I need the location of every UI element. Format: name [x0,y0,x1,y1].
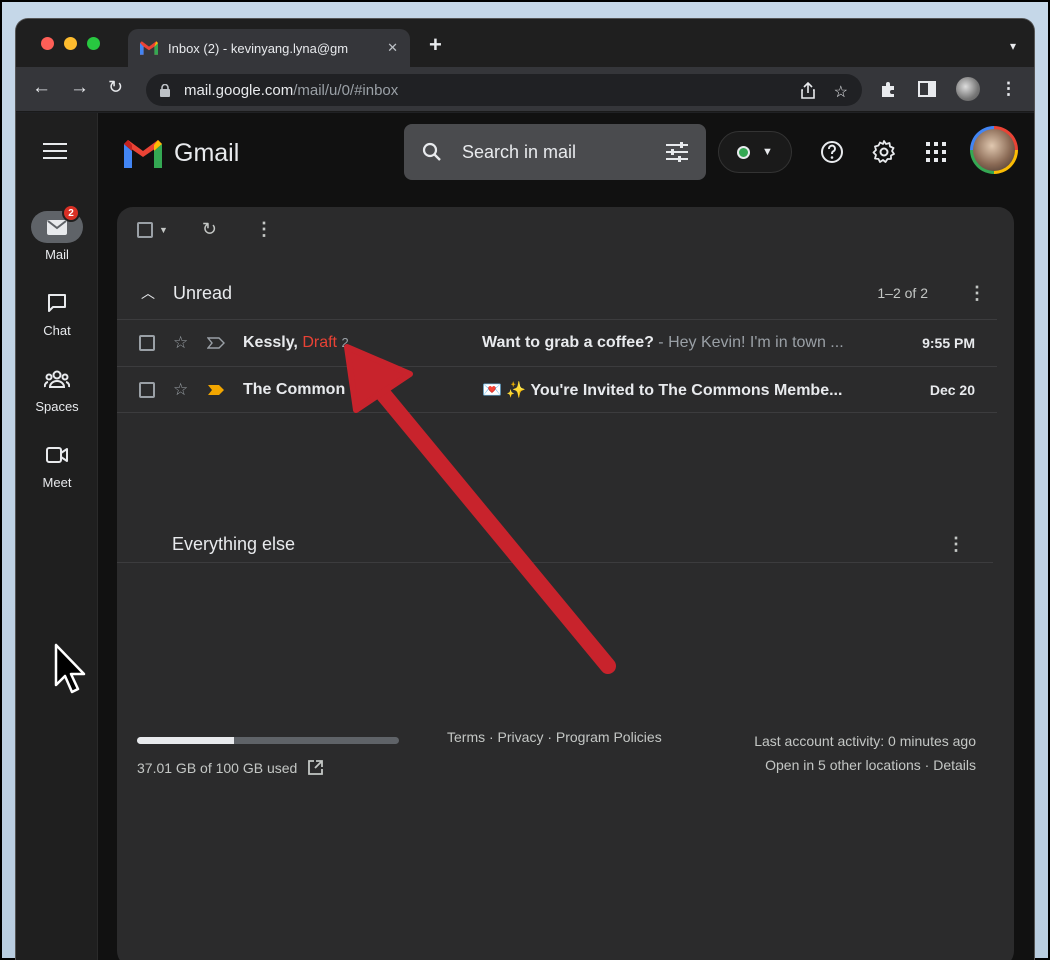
browser-titlebar: Inbox (2) - kevinyang.lyna@gm ✕ + ▾ [16,19,1034,67]
draft-label: Draft [302,334,337,351]
row-checkbox[interactable] [139,335,155,351]
inbox-panel: ▼ ↻ ⋮ ︿ Unread 1–2 of 2 ⋮ ☆ Kessly, Draf… [117,207,1014,960]
email-sender: Kessly, Draft 2 [243,334,463,352]
storage-meter-fill [137,737,234,744]
star-icon[interactable]: ☆ [173,380,188,400]
section-more-icon[interactable]: ⋮ [968,283,986,304]
storage-usage: 37.01 GB of 100 GB used [137,759,298,776]
extensions-puzzle-icon[interactable] [880,80,898,98]
rail-item-meet[interactable]: Meet [16,439,98,490]
lock-icon [160,83,170,97]
app-rail: 2 Mail Chat Spaces Meet [16,113,98,960]
rail-item-chat[interactable]: Chat [16,287,98,338]
row-checkbox[interactable] [139,381,155,398]
search-input[interactable]: Search in mail [462,142,666,163]
search-bar[interactable]: Search in mail [404,124,706,180]
everything-else-section-header[interactable]: Everything else ⋮ [117,527,993,563]
browser-toolbar: ← → ↻ mail.google.com/mail/u/0/#inbox ☆ [16,67,1034,112]
rail-label-spaces: Spaces [35,399,79,414]
status-selector[interactable]: ▼ [718,131,792,173]
email-subject-line: Want to grab a coffee? - Hey Kevin! I'm … [482,334,870,352]
sender-name: Kessly, [243,334,298,351]
back-arrow-icon[interactable]: ← [32,78,51,97]
main-menu-icon[interactable] [43,143,67,164]
gmail-m-icon [124,139,162,168]
mouse-pointer-icon [54,643,86,694]
browser-menu-icon[interactable]: ⋮ [1000,79,1017,99]
settings-gear-icon[interactable] [872,140,896,164]
side-panel-icon[interactable] [918,81,936,97]
list-toolbar: ▼ ↻ ⋮ [137,219,273,240]
email-date: 9:55 PM [922,335,975,351]
reload-icon[interactable]: ↻ [108,78,123,96]
gmail-logo[interactable]: Gmail [124,139,239,168]
rail-label-chat: Chat [43,323,71,338]
forward-arrow-icon[interactable]: → [70,78,89,97]
other-locations-details-link[interactable]: Open in 5 other locations · Details [754,753,976,777]
select-all-checkbox[interactable] [137,221,153,238]
rail-label-meet: Meet [42,475,72,490]
thread-count: 2 [341,335,349,350]
close-tab-icon[interactable]: ✕ [387,40,398,56]
browser-window: Inbox (2) - kevinyang.lyna@gm ✕ + ▾ ← → … [16,19,1034,960]
section-more-icon[interactable]: ⋮ [947,534,965,555]
email-subject: 💌 ✨ You're Invited to The Commons Membe.… [482,381,843,399]
pagination-count: 1–2 of 2 [877,285,928,301]
email-sender: The Common [243,381,463,399]
url-path: /mail/u/0/#inbox [293,81,399,99]
unread-section-title: Unread [173,282,233,303]
maximize-window-button[interactable] [87,37,100,50]
more-options-icon[interactable]: ⋮ [255,219,273,240]
spaces-icon [31,363,83,395]
mail-icon: 2 [31,204,83,243]
gmail-wordmark: Gmail [174,139,240,167]
meet-icon [31,439,83,471]
email-row[interactable]: ☆ The Common 💌 ✨ You're Invited to The C… [117,366,997,413]
search-options-sliders-icon[interactable] [666,142,688,162]
everything-else-title: Everything else [172,534,296,554]
minimize-window-button[interactable] [64,37,77,50]
close-window-button[interactable] [41,37,54,50]
tab-search-chevron-icon[interactable]: ▾ [1010,39,1016,53]
collapse-chevron-icon[interactable]: ︿ [141,283,155,303]
google-apps-grid-icon[interactable] [924,140,948,164]
online-status-icon [737,145,751,159]
email-subject: Want to grab a coffee? [482,334,654,351]
importance-marker-icon[interactable] [207,384,225,396]
share-icon[interactable] [800,82,816,99]
search-icon[interactable] [422,142,442,162]
open-storage-external-icon[interactable] [307,759,324,776]
rail-item-spaces[interactable]: Spaces [16,363,98,414]
chat-icon [31,287,83,319]
gmail-app: 2 Mail Chat Spaces Meet Gmail Search in … [16,113,1034,960]
bookmark-star-icon[interactable]: ☆ [834,82,848,102]
last-activity: Last account activity: 0 minutes ago [754,733,976,749]
select-dropdown-icon[interactable]: ▼ [159,225,168,235]
email-snippet: - Hey Kevin! I'm in town ... [653,334,844,351]
rail-label-mail: Mail [45,247,69,262]
new-tab-button[interactable]: + [429,34,442,56]
footer-links[interactable]: Terms · Privacy · Program Policies [447,729,662,745]
unread-section-header[interactable]: ︿ Unread 1–2 of 2 ⋮ [117,267,1014,319]
refresh-icon[interactable]: ↻ [202,219,217,240]
sender-name: The Common [243,380,346,398]
url-host: mail.google.com [184,81,294,99]
email-subject-line: 💌 ✨ You're Invited to The Commons Membe.… [482,380,870,400]
browser-tab-inbox[interactable]: Inbox (2) - kevinyang.lyna@gm ✕ [128,29,410,67]
status-dropdown-icon: ▼ [762,146,773,158]
gmail-favicon-icon [140,41,158,55]
gmail-header: Gmail Search in mail ▼ [98,113,1034,209]
help-icon[interactable] [820,140,844,164]
email-row[interactable]: ☆ Kessly, Draft 2 Want to grab a coffee?… [117,319,997,366]
rail-item-mail[interactable]: 2 Mail [16,204,98,262]
storage-meter [137,737,399,744]
account-avatar[interactable] [970,126,1018,174]
browser-profile-avatar[interactable] [956,77,980,101]
email-date: Dec 20 [929,381,975,398]
star-icon[interactable]: ☆ [173,333,188,353]
address-bar[interactable]: mail.google.com/mail/u/0/#inbox ☆ [146,74,862,106]
tab-title: Inbox (2) - kevinyang.lyna@gm [168,40,349,56]
importance-marker-icon[interactable] [207,337,225,349]
unread-badge: 2 [62,204,80,222]
